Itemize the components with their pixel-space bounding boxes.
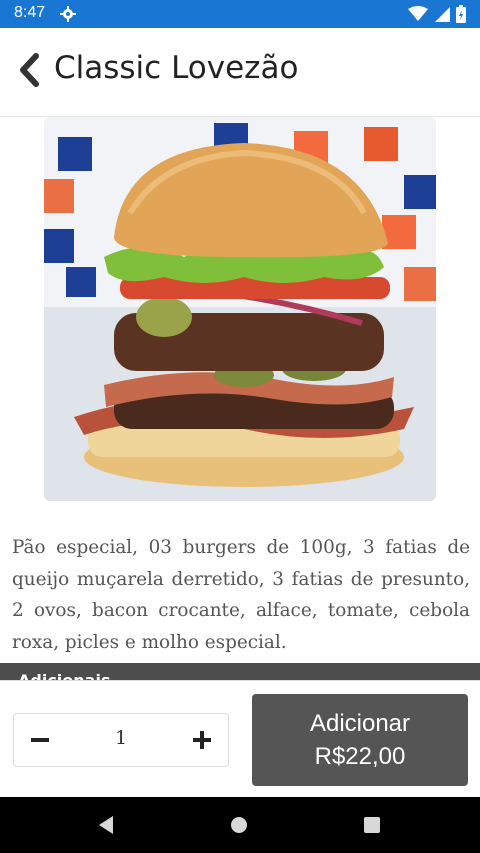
battery-icon (456, 5, 466, 23)
add-button-price: R$22,00 (314, 743, 406, 770)
back-triangle-icon[interactable] (97, 815, 115, 835)
page-title: Classic Lovezão (54, 50, 299, 86)
status-bar: 8:47 (0, 0, 480, 28)
system-nav-bar (0, 797, 480, 853)
minus-icon[interactable] (28, 728, 52, 752)
burger-photo (44, 117, 436, 501)
add-button-label: Adicionar (309, 710, 411, 737)
order-bar: 1 Adicionar R$22,00 (0, 680, 480, 798)
recents-square-icon[interactable] (363, 816, 381, 834)
quantity-value: 1 (114, 727, 128, 749)
app-bar: Classic Lovezão (0, 28, 480, 117)
product-description: Pão especial, 03 burgers de 100g, 3 fati… (12, 537, 470, 653)
chevron-left-icon[interactable] (16, 52, 46, 88)
section-header: Adicionais (0, 663, 480, 690)
signal-icon (435, 7, 450, 22)
quantity-stepper[interactable]: 1 (13, 713, 229, 767)
status-time: 8:47 (14, 4, 46, 21)
home-circle-icon[interactable] (230, 816, 248, 834)
product-image (44, 117, 436, 501)
gear-icon (60, 6, 76, 22)
wifi-icon (408, 6, 428, 21)
plus-icon[interactable] (190, 728, 214, 752)
add-to-cart-button[interactable]: Adicionar R$22,00 (252, 694, 468, 786)
